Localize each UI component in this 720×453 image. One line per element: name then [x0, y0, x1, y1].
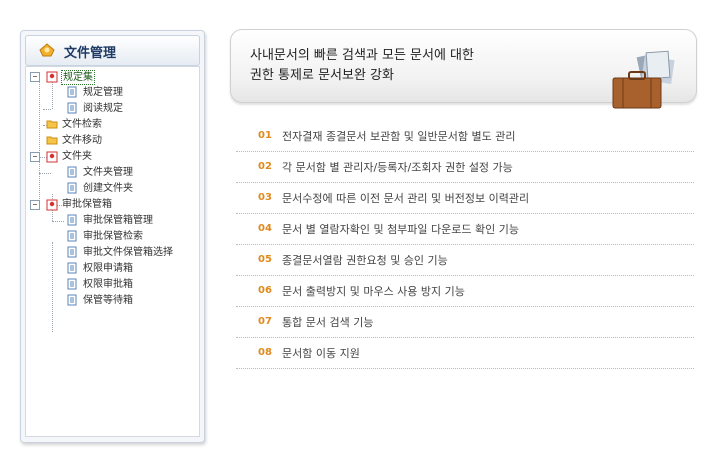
banner-line-1: 사내문서의 빠른 검색과 모든 문서에 대한 — [250, 48, 474, 63]
feature-number: 05 — [258, 254, 272, 265]
tree-item-approval-search[interactable]: 审批保管检索 — [82, 229, 144, 244]
feature-number: 04 — [258, 223, 272, 234]
tree-item-approval-select[interactable]: 审批文件保管箱选择 — [82, 245, 174, 260]
collapse-toggle[interactable]: − — [30, 72, 40, 82]
tree-node-approval-box[interactable]: 审批保管箱 — [61, 197, 113, 212]
feature-text: 각 문서함 별 관리자/등록자/조회자 권한 설정 가능 — [282, 161, 513, 174]
document-icon — [67, 214, 77, 226]
sidebar-header: 文件管理 — [25, 35, 200, 66]
tree-item-folder-manage[interactable]: 文件夹管理 — [82, 165, 134, 180]
document-icon — [67, 262, 77, 274]
tree-item-permission-approval[interactable]: 权限审批箱 — [82, 277, 134, 292]
feature-text: 전자결재 종결문서 보관함 및 일반문서함 별도 관리 — [282, 130, 516, 143]
pin-folder-icon — [46, 151, 58, 163]
tree-item-file-search[interactable]: 文件检索 — [61, 117, 103, 132]
feature-item: 02 각 문서함 별 관리자/등록자/조회자 권한 설정 가능 — [236, 152, 694, 183]
feature-number: 07 — [258, 316, 272, 327]
tree-item-regulation-manage[interactable]: 规定管理 — [82, 85, 124, 100]
feature-number: 03 — [258, 192, 272, 203]
feature-number: 01 — [258, 130, 272, 141]
feature-item: 03 문서수정에 따른 이전 문서 관리 및 버전정보 이력관리 — [236, 183, 694, 214]
tree-item-approval-manage[interactable]: 审批保管箱管理 — [82, 213, 154, 228]
feature-text: 문서 별 열람자확인 및 첨부파일 다운로드 확인 기능 — [282, 223, 519, 236]
document-icon — [67, 230, 77, 242]
tree-item-file-move[interactable]: 文件移动 — [61, 133, 103, 148]
feature-text: 문서함 이동 지원 — [282, 347, 360, 360]
feature-text: 문서 출력방지 및 마우스 사용 방지 기능 — [282, 285, 465, 298]
collapse-toggle[interactable]: − — [30, 200, 40, 210]
document-icon — [67, 86, 77, 98]
feature-item: 04 문서 별 열람자확인 및 첨부파일 다운로드 확인 기능 — [236, 214, 694, 245]
tree-item-read-regulation[interactable]: 阅读规定 — [82, 101, 124, 116]
feature-text: 통합 문서 검색 기능 — [282, 316, 374, 329]
document-icon — [67, 102, 77, 114]
tree-item-permission-request[interactable]: 权限申请箱 — [82, 261, 134, 276]
feature-number: 02 — [258, 161, 272, 172]
file-tree: − 规定集 规定管理 阅读规定 文件检索 文件移动 − 文件夹 文件夹管理 创建… — [25, 66, 200, 437]
feature-item: 05 종결문서열람 권한요청 및 승인 기능 — [236, 245, 694, 276]
feature-text: 종결문서열람 권한요청 및 승인 기능 — [282, 254, 448, 267]
feature-item: 06 문서 출력방지 및 마우스 사용 방지 기능 — [236, 276, 694, 307]
sidebar-panel: 文件管理 − 规定集 规定管理 阅读规定 文件检索 文件移动 − 文件夹 文件夹… — [20, 30, 205, 443]
document-icon — [67, 294, 77, 306]
tree-node-regulations[interactable]: 规定集 — [61, 70, 95, 85]
sidebar-title: 文件管理 — [64, 46, 117, 61]
pin-folder-icon — [46, 71, 58, 83]
banner-line-2: 권한 통제로 문서보완 강화 — [250, 68, 394, 83]
folder-icon — [46, 120, 58, 129]
feature-item: 08 문서함 이동 지원 — [236, 338, 694, 369]
intro-banner: 사내문서의 빠른 검색과 모든 문서에 대한 권한 통제로 문서보완 강화 — [230, 29, 697, 109]
feature-list: 01 전자결재 종결문서 보관함 및 일반문서함 별도 관리 02 각 문서함 별 관… — [236, 121, 694, 369]
feature-item: 07 통합 문서 검색 기능 — [236, 307, 694, 338]
briefcase-with-documents-icon — [612, 50, 675, 109]
tree-item-waiting-box[interactable]: 保管等待箱 — [82, 293, 134, 308]
folder-icon — [46, 136, 58, 145]
document-icon — [67, 278, 77, 290]
feature-item: 01 전자결재 종결문서 보관함 및 일반문서함 별도 관리 — [236, 121, 694, 152]
folder-hand-icon — [39, 43, 55, 57]
document-icon — [67, 246, 77, 258]
document-icon — [67, 182, 77, 194]
feature-number: 08 — [258, 347, 272, 358]
pin-folder-icon — [46, 199, 58, 211]
document-icon — [67, 166, 77, 178]
tree-item-create-folder[interactable]: 创建文件夹 — [82, 181, 134, 196]
tree-node-folder[interactable]: 文件夹 — [61, 149, 93, 164]
feature-text: 문서수정에 따른 이전 문서 관리 및 버전정보 이력관리 — [282, 192, 530, 205]
feature-number: 06 — [258, 285, 272, 296]
collapse-toggle[interactable]: − — [30, 152, 40, 162]
